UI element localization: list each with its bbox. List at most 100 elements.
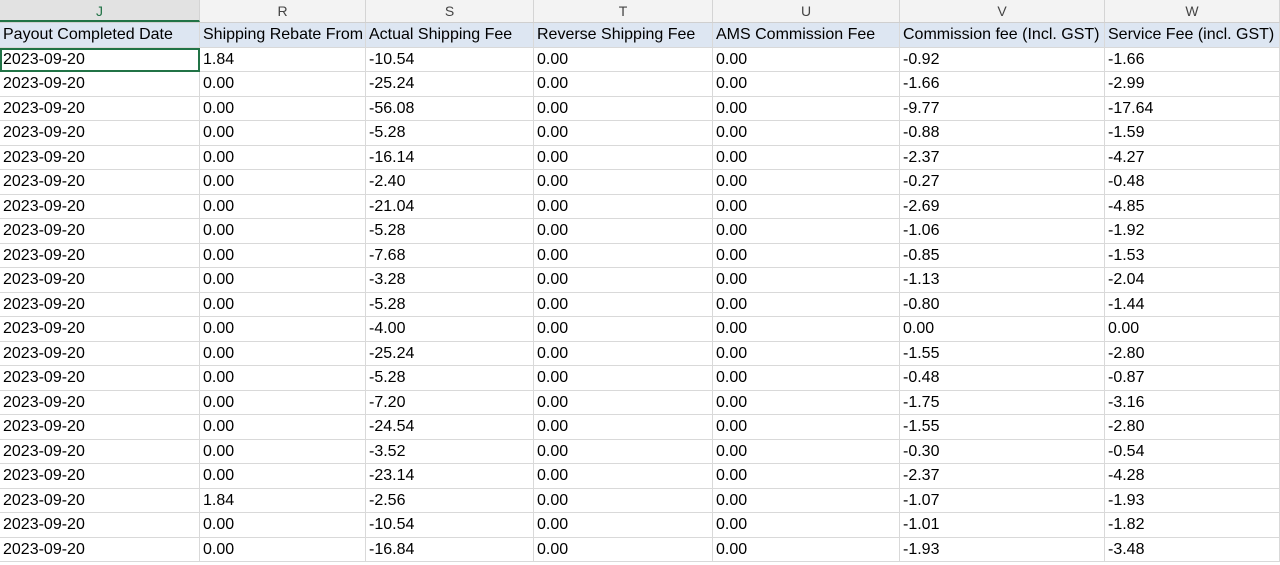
table-cell[interactable]: 2023-09-20 [0, 317, 200, 342]
table-cell[interactable]: -5.28 [366, 292, 534, 317]
table-cell[interactable]: 0.00 [200, 121, 366, 146]
table-cell[interactable]: -1.82 [1105, 513, 1280, 538]
table-cell[interactable]: 0.00 [534, 464, 713, 489]
table-cell[interactable]: -7.20 [366, 390, 534, 415]
table-cell[interactable]: -1.66 [900, 72, 1105, 97]
table-cell[interactable]: 2023-09-20 [0, 292, 200, 317]
table-cell[interactable]: -1.55 [900, 341, 1105, 366]
table-cell[interactable]: 0.00 [534, 415, 713, 440]
table-cell[interactable]: 0.00 [200, 243, 366, 268]
table-cell[interactable]: -0.30 [900, 439, 1105, 464]
table-cell[interactable]: -24.54 [366, 415, 534, 440]
table-cell[interactable]: -0.88 [900, 121, 1105, 146]
table-cell[interactable]: 2023-09-20 [0, 219, 200, 244]
table-cell[interactable]: 0.00 [200, 96, 366, 121]
table-cell[interactable]: -23.14 [366, 464, 534, 489]
column-letter-t[interactable]: T [534, 0, 713, 22]
table-cell[interactable]: -1.66 [1105, 47, 1280, 72]
table-cell[interactable]: 0.00 [713, 47, 900, 72]
column-letter-u[interactable]: U [713, 0, 900, 22]
table-cell[interactable]: 0.00 [534, 72, 713, 97]
table-cell[interactable]: 0.00 [200, 390, 366, 415]
table-cell[interactable]: -4.27 [1105, 145, 1280, 170]
table-cell[interactable]: 0.00 [713, 513, 900, 538]
table-cell[interactable]: -3.28 [366, 268, 534, 293]
table-cell[interactable]: -2.37 [900, 464, 1105, 489]
table-cell[interactable]: -1.07 [900, 488, 1105, 513]
table-cell[interactable]: -0.48 [1105, 170, 1280, 195]
table-cell[interactable]: 1.84 [200, 488, 366, 513]
table-cell[interactable]: 0.00 [713, 170, 900, 195]
table-cell[interactable]: 0.00 [200, 292, 366, 317]
header-cell[interactable]: Service Fee (incl. GST) [1105, 23, 1280, 48]
table-cell[interactable]: 2023-09-20 [0, 341, 200, 366]
table-cell[interactable]: -1.13 [900, 268, 1105, 293]
column-letter-v[interactable]: V [900, 0, 1105, 22]
table-cell[interactable]: 0.00 [200, 415, 366, 440]
table-cell[interactable]: 2023-09-20 [0, 121, 200, 146]
table-cell[interactable]: -16.14 [366, 145, 534, 170]
table-cell[interactable]: -2.99 [1105, 72, 1280, 97]
table-cell[interactable]: 0.00 [534, 96, 713, 121]
table-cell[interactable]: 0.00 [200, 341, 366, 366]
table-cell[interactable]: -17.64 [1105, 96, 1280, 121]
table-cell[interactable]: -0.92 [900, 47, 1105, 72]
table-cell[interactable]: 2023-09-20 [0, 72, 200, 97]
table-cell[interactable]: 2023-09-20 [0, 390, 200, 415]
table-cell[interactable]: -5.28 [366, 219, 534, 244]
table-cell[interactable]: 2023-09-20 [0, 145, 200, 170]
table-cell[interactable]: 0.00 [534, 366, 713, 391]
table-cell[interactable]: 0.00 [200, 170, 366, 195]
column-letter-w[interactable]: W [1105, 0, 1280, 22]
table-cell[interactable]: -0.48 [900, 366, 1105, 391]
table-cell[interactable]: -2.40 [366, 170, 534, 195]
header-cell[interactable]: Reverse Shipping Fee [534, 23, 713, 48]
table-cell[interactable]: -1.01 [900, 513, 1105, 538]
table-cell[interactable]: 0.00 [713, 317, 900, 342]
table-cell[interactable]: 0.00 [900, 317, 1105, 342]
table-cell[interactable]: 0.00 [200, 537, 366, 562]
table-cell[interactable]: 0.00 [534, 488, 713, 513]
table-cell[interactable]: 0.00 [534, 268, 713, 293]
table-cell[interactable]: 2023-09-20 [0, 464, 200, 489]
table-cell[interactable]: 0.00 [713, 537, 900, 562]
table-cell[interactable]: -5.28 [366, 121, 534, 146]
table-cell[interactable]: 0.00 [534, 145, 713, 170]
table-cell[interactable]: 0.00 [713, 145, 900, 170]
table-cell[interactable]: 2023-09-20 [0, 513, 200, 538]
table-cell[interactable]: 2023-09-20 [0, 170, 200, 195]
table-cell[interactable]: 0.00 [534, 390, 713, 415]
table-cell[interactable]: 0.00 [200, 513, 366, 538]
table-cell[interactable]: -1.53 [1105, 243, 1280, 268]
table-cell[interactable]: 0.00 [534, 439, 713, 464]
table-cell[interactable]: 0.00 [713, 366, 900, 391]
table-cell[interactable]: 0.00 [534, 513, 713, 538]
table-cell[interactable]: -1.06 [900, 219, 1105, 244]
table-cell[interactable]: -1.92 [1105, 219, 1280, 244]
table-cell[interactable]: -2.37 [900, 145, 1105, 170]
header-cell[interactable]: Commission fee (Incl. GST) [900, 23, 1105, 48]
table-cell[interactable]: 0.00 [713, 96, 900, 121]
table-cell[interactable]: 0.00 [200, 464, 366, 489]
table-cell[interactable]: 0.00 [200, 439, 366, 464]
table-cell[interactable]: -1.44 [1105, 292, 1280, 317]
table-cell[interactable]: 2023-09-20 [0, 439, 200, 464]
table-cell[interactable]: 0.00 [200, 145, 366, 170]
table-cell[interactable]: 2023-09-20 [0, 488, 200, 513]
table-cell[interactable]: -4.00 [366, 317, 534, 342]
table-cell[interactable]: -7.68 [366, 243, 534, 268]
table-cell[interactable]: 0.00 [534, 219, 713, 244]
table-cell[interactable]: -10.54 [366, 513, 534, 538]
table-cell[interactable]: -56.08 [366, 96, 534, 121]
table-cell[interactable]: 2023-09-20 [0, 537, 200, 562]
table-cell[interactable]: 0.00 [713, 464, 900, 489]
table-cell[interactable]: -25.24 [366, 72, 534, 97]
table-cell[interactable]: 0.00 [534, 47, 713, 72]
table-cell[interactable]: -21.04 [366, 194, 534, 219]
table-cell[interactable]: 0.00 [713, 268, 900, 293]
table-cell[interactable]: 0.00 [713, 194, 900, 219]
table-cell[interactable]: 0.00 [713, 72, 900, 97]
table-cell[interactable]: 0.00 [200, 219, 366, 244]
table-cell[interactable]: -0.27 [900, 170, 1105, 195]
table-cell[interactable]: 0.00 [713, 439, 900, 464]
